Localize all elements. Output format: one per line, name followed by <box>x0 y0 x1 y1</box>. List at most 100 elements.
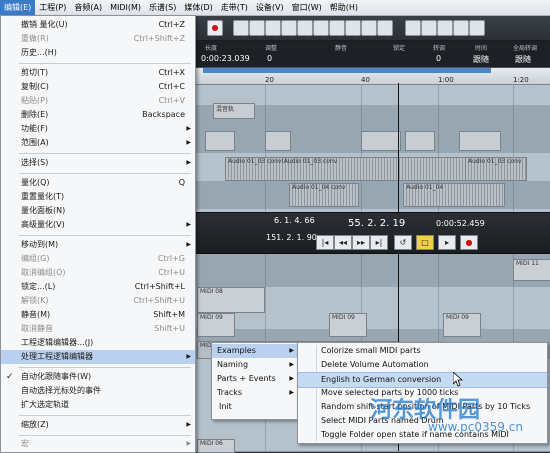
record-button[interactable] <box>207 20 223 36</box>
menu-score[interactable]: 乐谱(S) <box>145 0 180 15</box>
menu-item-paste[interactable]: 粘贴(P) Ctrl+V <box>1 94 195 108</box>
left-locator[interactable]: 6. 1. 4. 66 <box>274 216 315 225</box>
go-to-end-button[interactable]: ▸| <box>370 235 388 250</box>
color-picker-button[interactable] <box>469 20 485 36</box>
audio-part[interactable]: Audio 01_03 conv(Audio 01_03 conv <box>225 157 467 181</box>
automation-part[interactable] <box>265 131 291 151</box>
info-time-value[interactable]: 跟随 <box>473 54 489 65</box>
midi-part[interactable]: MIDI 11 <box>513 259 550 281</box>
menu-item-label: 解锁(K) <box>21 296 49 305</box>
submenu-item-init[interactable]: Init <box>212 400 298 414</box>
cycle-button[interactable]: ↺ <box>394 235 412 250</box>
menu-item-label: 复制(C) <box>21 82 49 91</box>
menu-item-label: English to German conversion <box>321 375 442 384</box>
go-to-start-button[interactable]: |◂ <box>316 235 334 250</box>
menu-audio[interactable]: 音频(A) <box>70 0 106 15</box>
menu-item-group[interactable]: 编组(G) Ctrl+G <box>1 252 195 266</box>
audio-part[interactable]: Audio 01_04 <box>403 183 505 207</box>
quantize-button[interactable] <box>437 20 453 36</box>
transport-record-button[interactable]: ● <box>460 235 478 250</box>
automation-part[interactable] <box>361 131 401 151</box>
audio-part[interactable]: Audio 01_04 conv <box>289 183 359 207</box>
pointer-tool-button[interactable] <box>233 20 249 36</box>
rewind-button[interactable]: ◂◂ <box>334 235 352 250</box>
submenu-item-tracks[interactable]: Tracks ▶ <box>212 386 298 400</box>
automation-part[interactable] <box>405 131 435 151</box>
menu-item-quantize[interactable]: 量化(Q) Q <box>1 176 195 190</box>
submenu-item-parts-events[interactable]: Parts + Events ▶ <box>212 372 298 386</box>
audio-part[interactable]: Audio 01_03 conv <box>465 157 527 181</box>
position-time[interactable]: 0:00:52.459 <box>436 219 485 228</box>
menu-midi[interactable]: MIDI(M) <box>106 0 145 15</box>
menu-item-select[interactable]: 选择(S) ▶ <box>1 156 195 170</box>
menu-item-cut[interactable]: 剪切(T) Ctrl+X <box>1 66 195 80</box>
submenu-item-naming[interactable]: Naming ▶ <box>212 358 298 372</box>
menu-transport[interactable]: 走带(T) <box>217 0 252 15</box>
menu-project[interactable]: 工程(P) <box>35 0 70 15</box>
loop-range[interactable] <box>203 68 491 73</box>
automation-part[interactable] <box>459 131 501 151</box>
example-item[interactable]: Delete Volume Automation <box>298 358 547 372</box>
menu-item-redo[interactable]: 重做(R) Ctrl+Shift+Z <box>1 32 195 46</box>
menu-media[interactable]: 媒体(D) <box>180 0 216 15</box>
menu-item-advanced-quantize[interactable]: 高级量化(V) ▶ <box>1 218 195 232</box>
snap-button[interactable] <box>405 20 421 36</box>
menu-item-history[interactable]: 历史...(H) <box>1 46 195 60</box>
menu-window[interactable]: 窗口(W) <box>288 0 326 15</box>
menu-item-ungroup[interactable]: 取消编组(O) Ctrl+U <box>1 266 195 280</box>
menu-item-delete[interactable]: 删除(E) Backspace <box>1 108 195 122</box>
menu-edit[interactable]: 编辑(E) <box>0 0 36 15</box>
midi-part[interactable]: MIDI 09 <box>197 313 235 337</box>
info-global-transpose-value[interactable]: 跟随 <box>515 54 531 65</box>
menu-help[interactable]: 帮助(H) <box>326 0 362 15</box>
stop-button[interactable]: □ <box>416 235 434 250</box>
event-part[interactable]: 混音轨 <box>213 103 255 119</box>
menu-item-undo[interactable]: 撤销 量化(U) Ctrl+Z <box>1 18 195 32</box>
range-tool-button[interactable] <box>249 20 265 36</box>
play-button[interactable]: ▸ <box>438 235 456 250</box>
menu-item-macros[interactable]: 宏 ▶ <box>1 437 195 451</box>
menu-item-unlock[interactable]: 解锁(K) Ctrl+Shift+U <box>1 294 195 308</box>
menu-item-lock[interactable]: 锁定...(L) Ctrl+Shift+L <box>1 280 195 294</box>
zoom-tool-button[interactable] <box>313 20 329 36</box>
draw-tool-button[interactable] <box>345 20 361 36</box>
part-label: Audio 01_03 conv(Audio 01_03 conv <box>228 158 338 165</box>
info-adjust-label: 调整 <box>265 45 278 52</box>
menu-devices[interactable]: 设备(V) <box>252 0 288 15</box>
menu-item-functions[interactable]: 功能(F) ▶ <box>1 122 195 136</box>
menu-item-mute[interactable]: 静音(M) Shift+M <box>1 308 195 322</box>
midi-part[interactable]: MIDI 08 <box>197 287 265 313</box>
menu-item-project-logical-editor[interactable]: 工程逻辑编辑器...(J) <box>1 336 195 350</box>
automation-part[interactable] <box>205 131 235 151</box>
timeline-ruler[interactable]: 20 40 1:00 1:20 <box>195 68 550 85</box>
grid-button[interactable] <box>421 20 437 36</box>
info-transpose-value[interactable]: 0 <box>436 54 441 63</box>
midi-part[interactable]: MIDI 09 <box>329 313 367 337</box>
submenu-item-examples[interactable]: Examples ▶ <box>212 344 298 358</box>
menu-item-unmute[interactable]: 取消静音 Shift+U <box>1 322 195 336</box>
menu-item-quantize-panel[interactable]: 量化面板(N) <box>1 204 195 218</box>
mute-tool-button[interactable] <box>329 20 345 36</box>
menu-item-enlarge-track[interactable]: 扩大选定轨道 <box>1 398 195 412</box>
menu-item-reset-quantize[interactable]: 重置量化(T) <box>1 190 195 204</box>
fast-forward-button[interactable]: ▸▸ <box>352 235 370 250</box>
position-bars[interactable]: 55. 2. 2. 19 <box>348 218 405 229</box>
menu-item-copy[interactable]: 复制(C) Ctrl+C <box>1 80 195 94</box>
erase-tool-button[interactable] <box>297 20 313 36</box>
right-locator[interactable]: 151. 2. 1. 90 <box>266 233 317 242</box>
menu-item-range[interactable]: 范围(A) ▶ <box>1 136 195 150</box>
split-tool-button[interactable] <box>265 20 281 36</box>
info-adjust-value[interactable]: 0 <box>267 54 272 63</box>
play-tool-button[interactable] <box>361 20 377 36</box>
midi-part[interactable]: MIDI 09 <box>443 313 481 337</box>
menu-item-auto-select[interactable]: 自动选择光标处的事件 <box>1 384 195 398</box>
glue-tool-button[interactable] <box>281 20 297 36</box>
menu-item-auto-follow[interactable]: ✓ 自动化跟随事件(W) <box>1 370 195 384</box>
menu-item-process-logical-editor[interactable]: 处理工程逻辑编辑器 ▶ <box>1 350 195 364</box>
example-item[interactable]: Colorize small MIDI parts <box>298 344 547 358</box>
nudge-button[interactable] <box>453 20 469 36</box>
menu-item-move-to[interactable]: 移动到(M) ▶ <box>1 238 195 252</box>
info-length-value[interactable]: 0:00:23.039 <box>201 54 250 63</box>
menu-item-zoom[interactable]: 缩放(Z) ▶ <box>1 418 195 432</box>
color-tool-button[interactable] <box>377 20 393 36</box>
